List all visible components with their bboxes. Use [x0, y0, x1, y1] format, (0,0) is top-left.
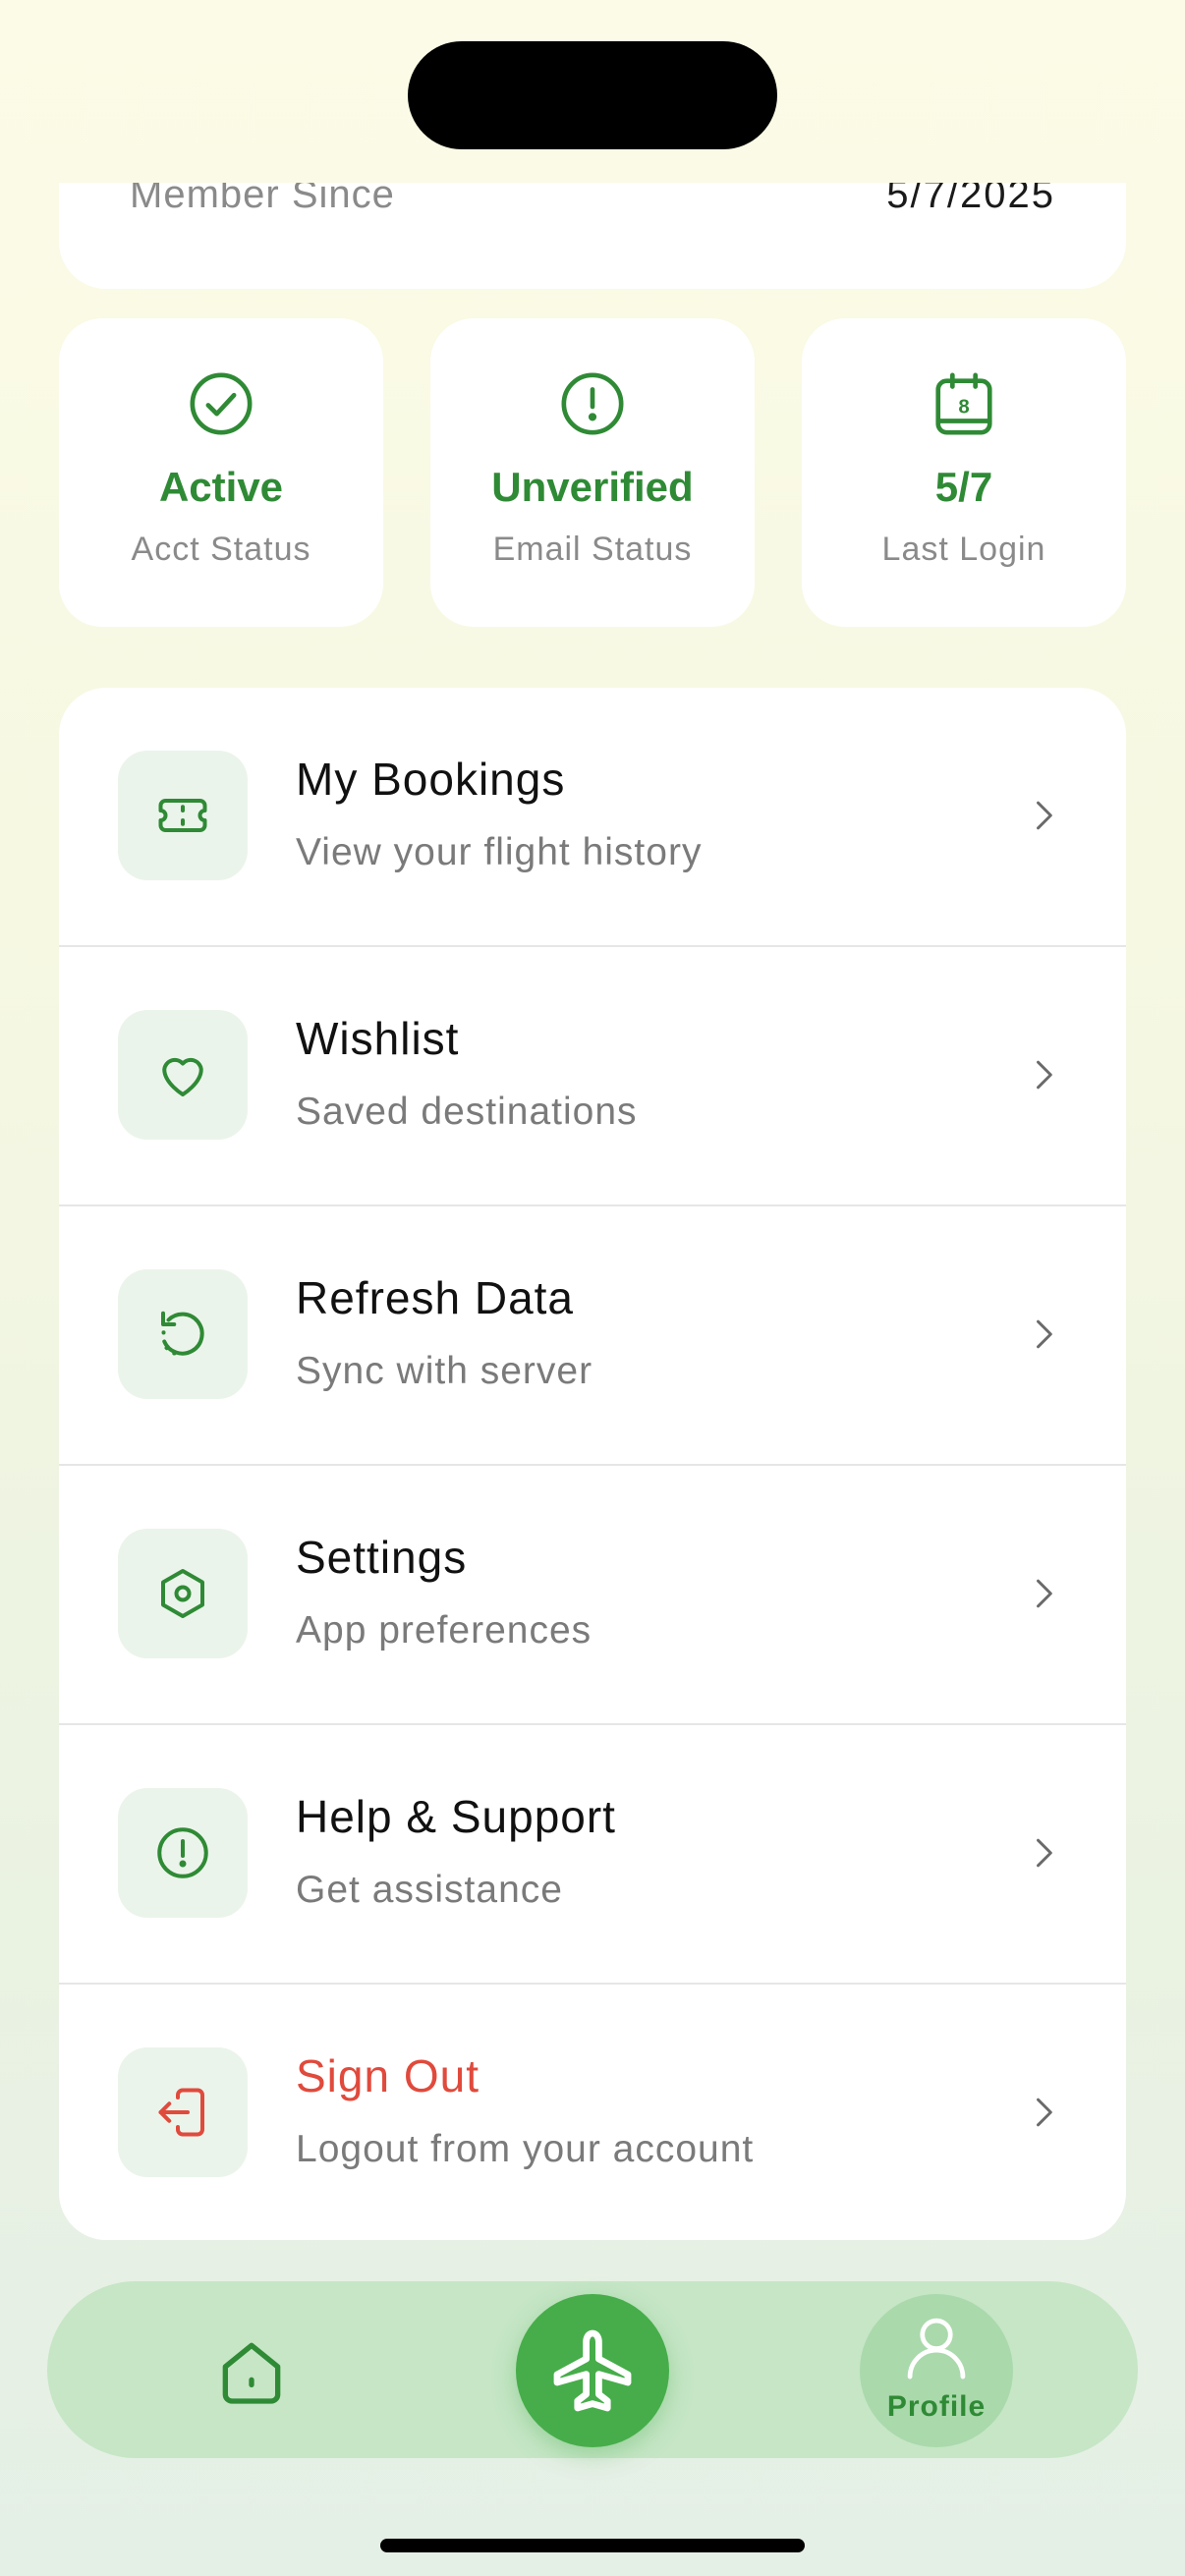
member-card: Member Since 5/7/2025	[59, 183, 1126, 289]
logout-icon	[158, 2088, 204, 2137]
menu-item-help-support[interactable]: Help & Support Get assistance	[59, 1725, 1126, 1985]
member-since-value: 5/7/2025	[886, 183, 1055, 216]
alert-circle-icon	[561, 372, 624, 435]
user-icon	[907, 2318, 966, 2380]
home-icon[interactable]	[212, 2332, 291, 2411]
bottom-nav: Profile	[47, 2281, 1138, 2458]
calendar-icon: 8	[935, 372, 992, 435]
chevron-right-icon	[1037, 2098, 1052, 2127]
menu-list: My Bookings View your flight history Wis…	[59, 688, 1126, 2240]
menu-item-title: Settings	[296, 1532, 468, 1583]
alert-circle-icon	[157, 1827, 208, 1878]
stat-last-login: 8 5/7 Last Login	[802, 318, 1126, 627]
stat-label: Acct Status	[131, 531, 311, 568]
menu-item-subtitle: Logout from your account	[296, 2128, 755, 2170]
dynamic-island	[408, 41, 777, 149]
menu-item-title: Help & Support	[296, 1791, 616, 1842]
home-indicator[interactable]	[380, 2539, 805, 2552]
airplane-icon	[553, 2329, 632, 2412]
chevron-right-icon	[1037, 1579, 1052, 1608]
menu-item-refresh-data[interactable]: Refresh Data Sync with server	[59, 1206, 1126, 1466]
ticket-icon	[158, 799, 207, 832]
stat-value: Active	[158, 464, 284, 510]
icon-box	[118, 1010, 248, 1140]
menu-item-sign-out[interactable]: Sign Out Logout from your account	[59, 1985, 1126, 2240]
menu-item-title: Wishlist	[296, 1013, 460, 1064]
chevron-right-icon	[1037, 801, 1052, 830]
menu-item-subtitle: Get assistance	[296, 1869, 563, 1911]
check-circle-icon	[190, 372, 253, 435]
menu-item-title: Sign Out	[296, 2050, 480, 2101]
menu-item-my-bookings[interactable]: My Bookings View your flight history	[59, 688, 1126, 947]
settings-hexagon-icon	[161, 1569, 204, 1618]
icon-box	[118, 751, 248, 880]
menu-item-title: My Bookings	[296, 754, 566, 805]
stat-value: Unverified	[491, 464, 694, 510]
chevron-right-icon	[1037, 1060, 1052, 1090]
menu-item-subtitle: View your flight history	[296, 831, 703, 873]
chevron-right-icon	[1037, 1319, 1052, 1349]
menu-item-wishlist[interactable]: Wishlist Saved destinations	[59, 947, 1126, 1206]
menu-item-subtitle: App preferences	[296, 1609, 592, 1652]
profile-nav-button[interactable]: Profile	[860, 2294, 1013, 2447]
refresh-icon	[161, 1311, 204, 1356]
menu-item-settings[interactable]: Settings App preferences	[59, 1466, 1126, 1725]
icon-box	[118, 1269, 248, 1399]
profile-nav-label: Profile	[886, 2390, 987, 2423]
icon-box	[118, 1788, 248, 1918]
chevron-right-icon	[1037, 1838, 1052, 1868]
flights-fab-button[interactable]	[516, 2294, 669, 2447]
calendar-day: 8	[958, 396, 969, 418]
stat-label: Last Login	[881, 531, 1046, 568]
stat-email-status: Unverified Email Status	[430, 318, 755, 627]
member-since-label: Member Since	[130, 183, 395, 216]
stat-value: 5/7	[934, 464, 993, 510]
icon-box	[118, 1529, 248, 1658]
menu-item-subtitle: Sync with server	[296, 1350, 593, 1392]
icon-box	[118, 2047, 248, 2177]
heart-icon	[162, 1057, 203, 1096]
menu-item-subtitle: Saved destinations	[296, 1091, 638, 1133]
stat-label: Email Status	[492, 531, 693, 568]
menu-item-title: Refresh Data	[296, 1272, 575, 1323]
stat-account-status: Active Acct Status	[59, 318, 383, 627]
